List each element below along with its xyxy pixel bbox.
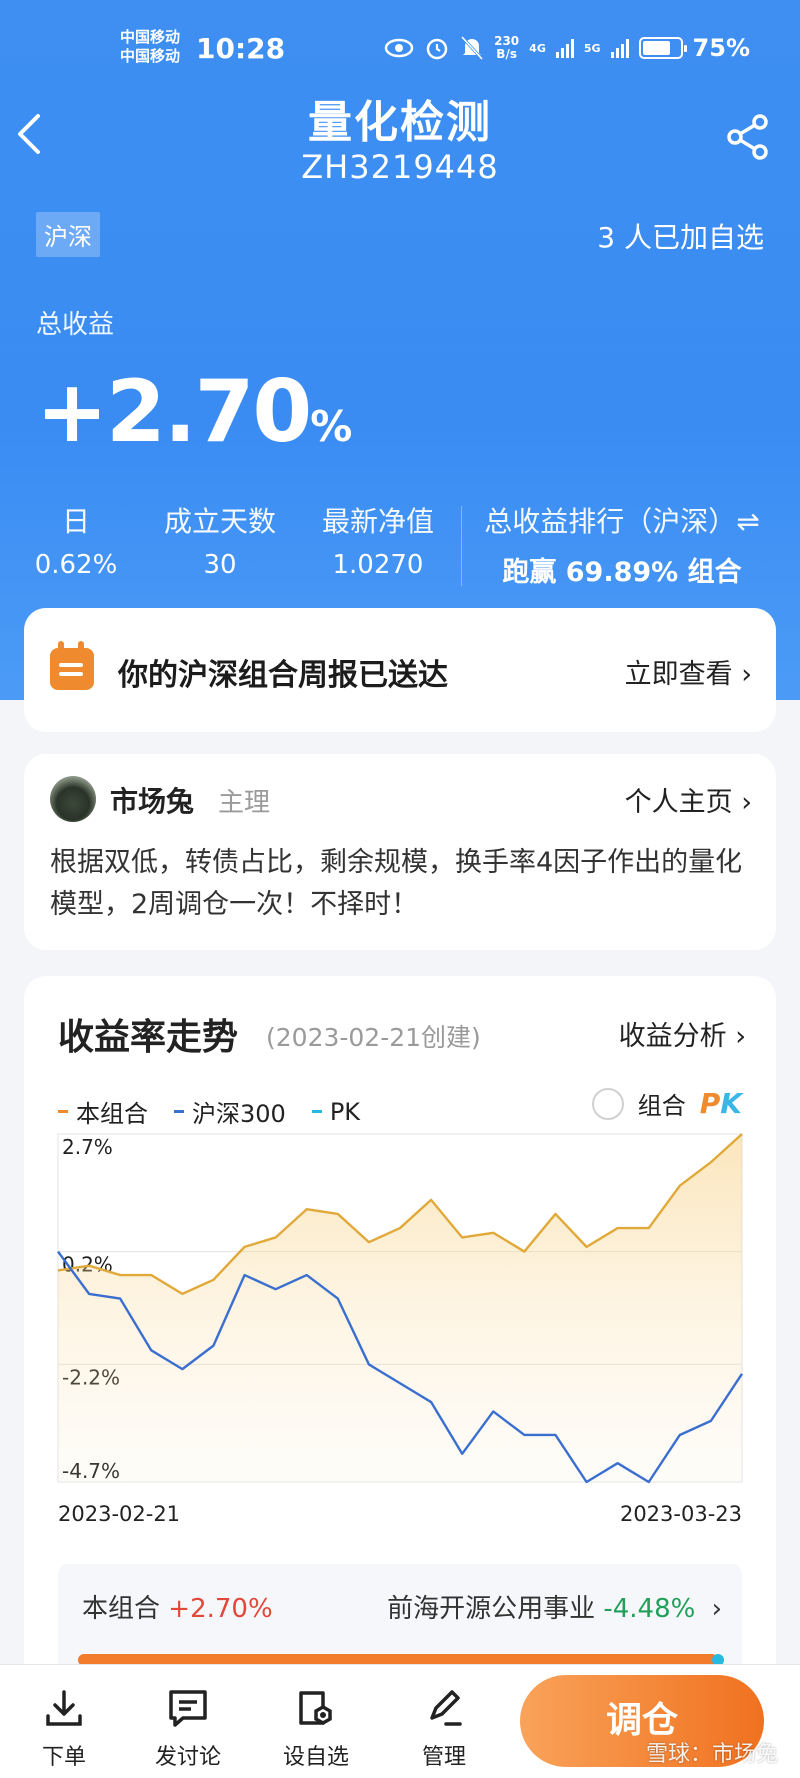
signal-icon [555,38,574,58]
manager-card: 市场兔 主理 个人主页 › 根据双低，转债占比，剩余规模，换手率4因子作出的量化… [24,754,776,950]
x-label-start: 2023-02-21 [58,1502,181,1526]
x-label-end: 2023-03-23 [619,1502,742,1526]
return-chart: 2.7%0.2%-2.2%-4.7% [57,1133,744,1484]
avatar[interactable] [50,776,96,822]
trend-title: 收益率走势 [58,1017,239,1058]
carrier-1: 中国移动 [120,28,181,46]
alarm-icon [426,38,448,60]
total-gain-label: 总收益 [36,310,115,340]
carrier-2: 中国移动 [120,47,181,65]
stats-row: 日 0.62% 成立天数 30 最新净值 1.0270 总收益排行（沪深）⇌ 跑… [0,500,800,590]
battery-level: 75% [692,34,750,62]
watermark: 雪球：市场兔 [645,1742,778,1767]
legend-item-portfolio: 本组合 [58,1094,148,1129]
report-text: 你的沪深组合周报已送达 [118,658,448,693]
total-gain-value: +2.70% [36,362,353,462]
view-report-link[interactable]: 立即查看 › [625,652,752,691]
manager-role: 主理 [218,788,271,818]
tab-discuss[interactable]: 发讨论 [138,1685,238,1771]
stat-nav: 最新净值 1.0270 [321,505,434,580]
chevron-right-icon: › [711,1594,722,1624]
battery-icon [638,37,687,59]
followers-count: 3 人已加自选 [597,221,764,254]
status-bar: 中国移动 中国移动 10:28 230 B/s 4G 5G 75% [0,26,800,76]
manager-name[interactable]: 市场兔 [110,780,194,820]
created-date: (2023-02-21创建) [266,1023,481,1052]
stat-ranking[interactable]: 总收益排行（沪深）⇌ 跑赢 69.89% 组合 [462,500,782,589]
edit-pen-icon [394,1685,494,1731]
network-type-1: 4G [529,41,546,55]
pk-right: 前海开源公用事业 -4.48% › [387,1594,722,1624]
clock: 10:28 [196,32,286,65]
favorite-settings-icon [266,1685,366,1731]
status-icons: 230 B/s 4G 5G 75% [384,34,750,62]
legend-item-csi300: 沪深300 [174,1094,286,1129]
calendar-report-icon [50,641,94,690]
eye-icon [384,38,414,58]
net-speed: 230 B/s [494,34,520,61]
page-title: 量化检测 [308,97,492,148]
chart-legend: 本组合 沪深300 PK [58,1094,360,1129]
pk-radio[interactable] [591,1087,624,1120]
signal-icon-2 [610,38,629,58]
portfolio-description: 根据双低，转债占比，剩余规模，换手率4因子作出的量化模型，2周调仓一次！不择时！ [50,847,743,920]
return-analysis-link[interactable]: 收益分析 › [619,1014,746,1053]
tab-order[interactable]: 下单 [14,1685,114,1771]
pk-toggle-label: 组合 [637,1092,686,1120]
pk-logo: PK [699,1087,742,1120]
profile-link[interactable]: 个人主页 › [625,780,752,819]
mute-bell-icon [460,35,484,61]
pk-toggle[interactable]: 组合 PK [591,1086,742,1121]
header-section: 中国移动 中国移动 10:28 230 B/s 4G 5G 75% 量化检测 Z… [0,0,800,700]
legend-item-pk: PK [311,1094,360,1129]
return-trend-card: 收益率走势 (2023-02-21创建) 收益分析 › 本组合 沪深300 PK… [24,976,776,1776]
carrier-info: 中国移动 中国移动 [120,28,180,66]
share-icon[interactable] [726,114,770,164]
pk-left: 本组合 +2.70% [82,1594,273,1624]
tab-watchlist[interactable]: 设自选 [266,1685,366,1771]
tab-manage[interactable]: 管理 [394,1685,494,1771]
network-type-2: 5G [583,41,601,55]
series-area-0 [58,1134,742,1482]
download-order-icon [14,1685,114,1731]
y-tick-label: 2.7% [62,1135,113,1159]
portfolio-code: ZH3219448 [301,148,499,186]
market-tag: 沪深 [36,212,100,257]
stat-days: 成立天数 30 [163,505,276,580]
weekly-report-card[interactable]: 你的沪深组合周报已送达 立即查看 › [24,608,776,732]
stat-daily: 日 0.62% [34,505,118,580]
chat-bubble-icon [138,1685,238,1731]
